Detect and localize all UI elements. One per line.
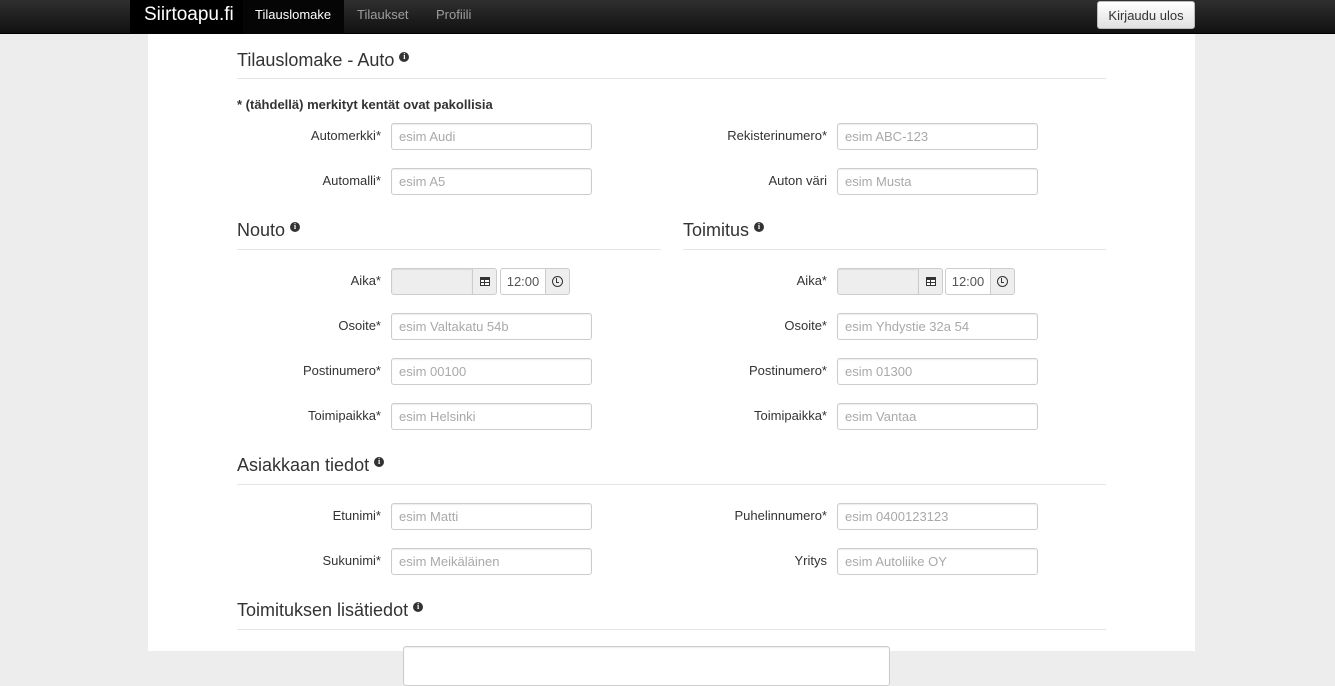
pickup-city-label: Toimipaikka* <box>308 408 381 423</box>
calendar-icon <box>479 277 490 286</box>
pickup-date-input[interactable] <box>391 268 473 295</box>
pickup-clock-button[interactable] <box>545 268 570 295</box>
delivery-address-label: Osoite* <box>784 318 827 333</box>
extra-info-title-text: Toimituksen lisätiedot <box>237 600 409 620</box>
pickup-title-text: Nouto <box>237 220 286 240</box>
nav-item-profiili[interactable]: Profiili <box>422 0 492 34</box>
car-color-label: Auton väri <box>768 173 827 188</box>
delivery-city-input[interactable] <box>837 403 1038 430</box>
page-title: Tilauslomake - Auto i <box>237 50 410 71</box>
brand-logo[interactable]: Siirtoapu.fi <box>130 0 243 34</box>
pickup-address-label: Osoite* <box>338 318 381 333</box>
delivery-date-input[interactable] <box>837 268 919 295</box>
page-title-text: Tilauslomake - Auto <box>237 50 395 70</box>
info-icon[interactable]: i <box>413 602 424 612</box>
extra-info-textarea[interactable] <box>403 646 890 686</box>
car-plate-label: Rekisterinumero* <box>727 128 827 143</box>
car-brand-input[interactable] <box>391 123 592 150</box>
title-divider <box>237 78 1106 79</box>
info-icon[interactable]: i <box>290 222 301 232</box>
last-name-label: Sukunimi* <box>322 553 381 568</box>
pickup-time-input[interactable] <box>500 268 546 295</box>
car-color-input[interactable] <box>837 168 1038 195</box>
clock-icon <box>997 276 1008 287</box>
top-navbar: Siirtoapu.fi Tilauslomake Tilaukset Prof… <box>0 0 1335 34</box>
pickup-address-input[interactable] <box>391 313 592 340</box>
pickup-divider <box>237 249 661 250</box>
delivery-clock-button[interactable] <box>990 268 1015 295</box>
delivery-divider <box>683 249 1106 250</box>
required-fields-note: * (tähdellä) merkityt kentät ovat pakoll… <box>237 97 493 112</box>
delivery-calendar-button[interactable] <box>918 268 943 295</box>
car-model-label: Automalli* <box>322 173 381 188</box>
form-panel: Tilauslomake - Auto i * (tähdellä) merkit… <box>148 34 1195 686</box>
info-icon[interactable]: i <box>754 222 765 232</box>
delivery-city-label: Toimipaikka* <box>754 408 827 423</box>
customer-title: Asiakkaan tiedot i <box>237 455 385 476</box>
nav-item-tilaukset[interactable]: Tilaukset <box>344 0 422 34</box>
car-brand-label: Automerkki* <box>310 128 381 143</box>
clock-icon <box>552 276 563 287</box>
phone-label: Puhelinnumero* <box>734 508 827 523</box>
calendar-icon <box>925 277 936 286</box>
info-icon[interactable]: i <box>399 52 410 62</box>
pickup-title: Nouto i <box>237 220 301 241</box>
customer-divider <box>237 484 1106 485</box>
extra-info-divider <box>237 629 1106 630</box>
delivery-title: Toimitus i <box>683 220 765 241</box>
delivery-postal-input[interactable] <box>837 358 1038 385</box>
last-name-input[interactable] <box>391 548 592 575</box>
pickup-calendar-button[interactable] <box>472 268 497 295</box>
delivery-address-input[interactable] <box>837 313 1038 340</box>
extra-info-title: Toimituksen lisätiedot i <box>237 600 424 621</box>
pickup-time-label: Aika* <box>350 273 381 288</box>
first-name-input[interactable] <box>391 503 592 530</box>
delivery-title-text: Toimitus <box>683 220 750 240</box>
company-input[interactable] <box>837 548 1038 575</box>
delivery-time-input[interactable] <box>945 268 991 295</box>
pickup-postal-label: Postinumero* <box>302 363 381 378</box>
logout-button[interactable]: Kirjaudu ulos <box>1097 1 1195 29</box>
phone-input[interactable] <box>837 503 1038 530</box>
first-name-label: Etunimi* <box>332 508 381 523</box>
info-icon[interactable]: i <box>374 457 385 467</box>
company-label: Yritys <box>794 553 828 568</box>
delivery-time-label: Aika* <box>796 273 827 288</box>
nav-item-tilauslomake[interactable]: Tilauslomake <box>243 0 344 34</box>
pickup-postal-input[interactable] <box>391 358 592 385</box>
pickup-city-input[interactable] <box>391 403 592 430</box>
car-model-input[interactable] <box>391 168 592 195</box>
delivery-postal-label: Postinumero* <box>748 363 827 378</box>
customer-title-text: Asiakkaan tiedot <box>237 455 370 475</box>
car-plate-input[interactable] <box>837 123 1038 150</box>
